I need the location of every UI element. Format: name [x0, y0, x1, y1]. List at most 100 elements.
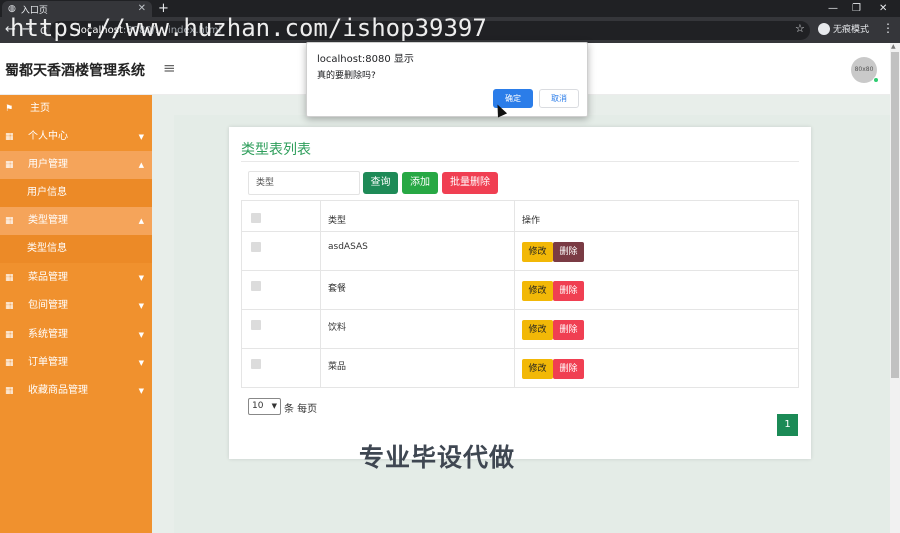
sidebar-item-dishes[interactable]: ▦ 菜品管理 ▼: [0, 264, 152, 292]
query-button[interactable]: 查询: [363, 172, 398, 194]
page-title: 类型表列表: [241, 142, 311, 158]
dialog-title: localhost:8080 显示: [317, 54, 414, 65]
page-size-select[interactable]: 10 ▼: [248, 398, 281, 415]
grid-icon: ▦: [5, 132, 14, 142]
page-scrollbar-thumb[interactable]: [891, 52, 899, 378]
bookmark-star-icon[interactable]: ☆: [795, 22, 805, 35]
chevron-down-icon: ▼: [271, 402, 277, 410]
dialog-cancel-button[interactable]: 取消: [539, 89, 579, 108]
sidebar-item-personal[interactable]: ▦ 个人中心 ▼: [0, 123, 152, 151]
table-header-row: 类型 操作: [241, 200, 799, 232]
per-page-label: 条 每页: [284, 404, 318, 415]
row-checkbox-cell: [241, 231, 321, 271]
caret-down-icon: ▼: [138, 302, 144, 310]
delete-button[interactable]: 删除: [553, 359, 584, 379]
browser-tab[interactable]: ◍ 入口页 ✕: [2, 1, 152, 17]
sidebar: ⚑ 主页 ▦ 个人中心 ▼ ▦ 用户管理 ▲ 用户信息 ▦ 类型管理 ▲ 类型信…: [0, 95, 152, 533]
minimize-icon[interactable]: —: [828, 0, 838, 17]
grid-icon: ▦: [5, 330, 14, 340]
caret-up-icon: ▲: [138, 217, 144, 225]
overlay-watermark-text: 专业毕设代做: [359, 443, 516, 472]
edit-button[interactable]: 修改: [522, 320, 553, 340]
row-checkbox[interactable]: [251, 320, 261, 330]
sidebar-item-system[interactable]: ▦ 系统管理 ▼: [0, 321, 152, 349]
sidebar-item-label: 用户管理: [28, 159, 68, 170]
row-checkbox-cell: [241, 270, 321, 310]
title-divider: [241, 161, 799, 162]
menu-toggle-icon[interactable]: ≡: [163, 59, 176, 77]
grid-icon: ▦: [5, 273, 14, 283]
row-checkbox-cell: [241, 348, 321, 388]
forward-icon[interactable]: →: [22, 21, 33, 39]
row-checkbox[interactable]: [251, 281, 261, 291]
sidebar-item-orders[interactable]: ▦ 订单管理 ▼: [0, 349, 152, 377]
sidebar-item-label: 类型管理: [28, 215, 68, 226]
caret-down-icon: ▼: [138, 274, 144, 282]
incognito-icon: [818, 22, 830, 35]
sidebar-subitem-user-info[interactable]: 用户信息: [0, 179, 152, 207]
incognito-indicator[interactable]: 无痕模式: [818, 22, 869, 35]
incognito-label: 无痕模式: [833, 25, 870, 35]
grid-icon: ▦: [5, 160, 14, 170]
delete-button[interactable]: 删除: [553, 242, 584, 262]
online-status-dot: [873, 77, 879, 83]
sidebar-item-label: 订单管理: [28, 357, 68, 368]
new-tab-button[interactable]: +: [158, 0, 169, 17]
pagination-page-1[interactable]: 1: [777, 414, 798, 436]
operation-cell: 修改 删除: [514, 270, 799, 310]
sidebar-item-label: 收藏商品管理: [28, 385, 88, 396]
scroll-up-icon[interactable]: ▲: [891, 43, 896, 50]
sidebar-item-users[interactable]: ▦ 用户管理 ▲: [0, 151, 152, 179]
url-host: localhost: [78, 25, 123, 36]
flag-icon: ⚑: [5, 104, 14, 114]
row-checkbox[interactable]: [251, 359, 261, 369]
confirm-dialog: localhost:8080 显示 真的要删除吗? 确定 取消: [306, 42, 588, 117]
column-header-type: 类型: [320, 200, 515, 232]
sidebar-item-label: 主页: [30, 103, 50, 114]
caret-up-icon: ▲: [138, 161, 144, 169]
type-cell: 饮料: [320, 309, 515, 349]
add-button[interactable]: 添加: [402, 172, 438, 194]
browser-toolbar: ← → localhost:8080/.../index.html C ☆ 无痕…: [0, 17, 900, 43]
close-window-icon[interactable]: ✕: [879, 0, 887, 17]
close-tab-icon[interactable]: ✕: [138, 3, 146, 14]
batch-delete-button[interactable]: 批量删除: [442, 172, 498, 194]
sidebar-item-types[interactable]: ▦ 类型管理 ▲: [0, 207, 152, 235]
maximize-icon[interactable]: ❐: [852, 0, 861, 17]
edit-button[interactable]: 修改: [522, 242, 553, 262]
type-search-input[interactable]: 类型: [248, 171, 360, 195]
delete-button[interactable]: 删除: [553, 320, 584, 340]
grid-icon: ▦: [5, 301, 14, 311]
grid-icon: ▦: [5, 216, 14, 226]
sidebar-item-label: 包间管理: [28, 300, 68, 311]
sidebar-subitem-type-info[interactable]: 类型信息: [0, 235, 152, 263]
browser-menu-icon[interactable]: ⋮: [882, 21, 894, 35]
edit-button[interactable]: 修改: [522, 281, 553, 301]
table-row: 菜品 修改 删除: [241, 348, 799, 388]
row-checkbox[interactable]: [251, 242, 261, 252]
row-checkbox-cell: [241, 309, 321, 349]
sidebar-item-home[interactable]: ⚑ 主页: [0, 95, 152, 123]
type-table: 类型 操作 asdASAS 修改 删除 套餐 修改 删除 饮料 修改 删除 菜品 修改…: [241, 200, 799, 388]
sidebar-item-rooms[interactable]: ▦ 包间管理 ▼: [0, 292, 152, 320]
header-checkbox-cell: [241, 200, 321, 232]
reload-icon[interactable]: C: [40, 23, 47, 41]
url-path: :8080/.../index.html: [122, 25, 222, 36]
delete-button[interactable]: 删除: [553, 281, 584, 301]
globe-icon: ◍: [8, 4, 16, 14]
edit-button[interactable]: 修改: [522, 359, 553, 379]
sidebar-item-favorites[interactable]: ▦ 收藏商品管理 ▼: [0, 377, 152, 405]
table-row: 饮料 修改 删除: [241, 309, 799, 349]
address-bar[interactable]: localhost:8080/.../index.html: [50, 21, 810, 40]
tab-title: 入口页: [20, 5, 48, 16]
select-all-checkbox[interactable]: [251, 213, 261, 223]
caret-down-icon: ▼: [138, 359, 144, 367]
operation-cell: 修改 删除: [514, 348, 799, 388]
back-icon[interactable]: ←: [5, 21, 16, 39]
type-cell: 菜品: [320, 348, 515, 388]
page-size-value: 10: [252, 401, 264, 411]
caret-down-icon: ▼: [138, 387, 144, 395]
table-row: asdASAS 修改 删除: [241, 231, 799, 271]
column-header-operation: 操作: [514, 200, 799, 232]
grid-icon: ▦: [5, 358, 14, 368]
